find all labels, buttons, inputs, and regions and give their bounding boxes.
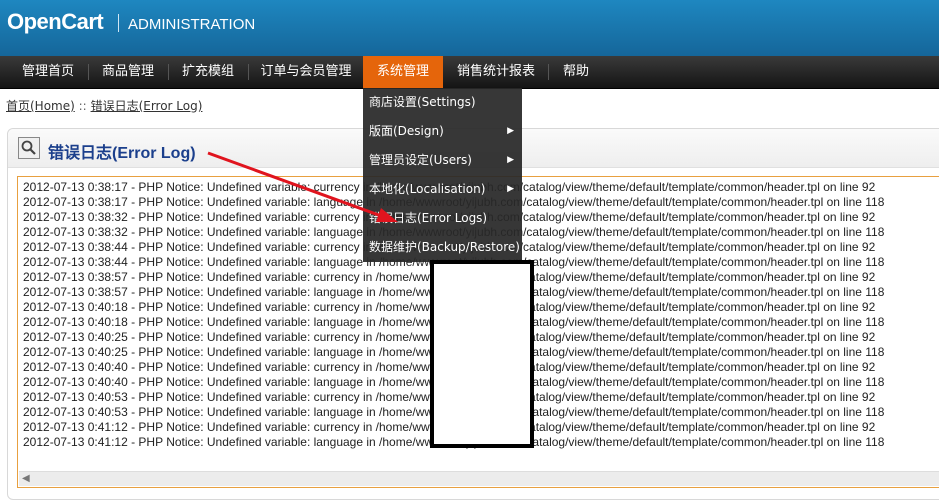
menu-extensions[interactable]: 扩充模组 bbox=[170, 56, 246, 88]
redaction-box bbox=[430, 260, 534, 448]
menu-divider bbox=[168, 64, 169, 80]
log-icon bbox=[18, 137, 40, 159]
page-title: 错误日志(Error Log) bbox=[48, 145, 196, 162]
menu-sales[interactable]: 订单与会员管理 bbox=[250, 56, 362, 88]
breadcrumb-home[interactable]: 首页(Home) bbox=[6, 99, 75, 113]
menu-home[interactable]: 管理首页 bbox=[10, 56, 86, 88]
submenu-arrow-icon: ▶ bbox=[507, 155, 514, 165]
menu-divider bbox=[548, 64, 549, 80]
dropdown-item-users[interactable]: 管理员设定(Users) bbox=[369, 150, 472, 170]
menu-system[interactable]: 系统管理 bbox=[363, 56, 443, 88]
logo-divider bbox=[118, 14, 119, 32]
dropdown-item-backup[interactable]: 数据维护(Backup/Restore) bbox=[369, 237, 520, 257]
menu-divider bbox=[248, 64, 249, 80]
opencart-logo[interactable]: OpenCart bbox=[7, 9, 104, 35]
menu-reports[interactable]: 销售统计报表 bbox=[445, 56, 547, 88]
submenu-arrow-icon: ▶ bbox=[507, 126, 514, 136]
dropdown-item-settings[interactable]: 商店设置(Settings) bbox=[369, 92, 476, 112]
menu-help[interactable]: 帮助 bbox=[550, 56, 602, 88]
breadcrumb-separator: :: bbox=[78, 99, 87, 113]
app-header: OpenCart ADMINISTRATION bbox=[0, 0, 939, 56]
main-menu: 管理首页 商品管理 扩充模组 订单与会员管理 系统管理 销售统计报表 帮助 bbox=[0, 56, 939, 89]
menu-divider bbox=[88, 64, 89, 80]
menu-catalog[interactable]: 商品管理 bbox=[90, 56, 166, 88]
breadcrumb-current[interactable]: 错误日志(Error Log) bbox=[91, 99, 203, 113]
breadcrumb: 首页(Home) :: 错误日志(Error Log) bbox=[6, 97, 202, 114]
submenu-arrow-icon: ▶ bbox=[507, 184, 514, 194]
dropdown-item-design[interactable]: 版面(Design) bbox=[369, 121, 444, 141]
dropdown-item-localisation[interactable]: 本地化(Localisation) bbox=[369, 179, 485, 199]
admin-label: ADMINISTRATION bbox=[128, 16, 256, 33]
dropdown-item-error-logs[interactable]: 错误日志(Error Logs) bbox=[369, 208, 487, 228]
system-dropdown-menu: 商店设置(Settings) 版面(Design) ▶ 管理员设定(Users)… bbox=[363, 88, 522, 262]
horizontal-scrollbar[interactable]: ◀ bbox=[19, 471, 939, 486]
scroll-left-icon[interactable]: ◀ bbox=[22, 472, 30, 486]
